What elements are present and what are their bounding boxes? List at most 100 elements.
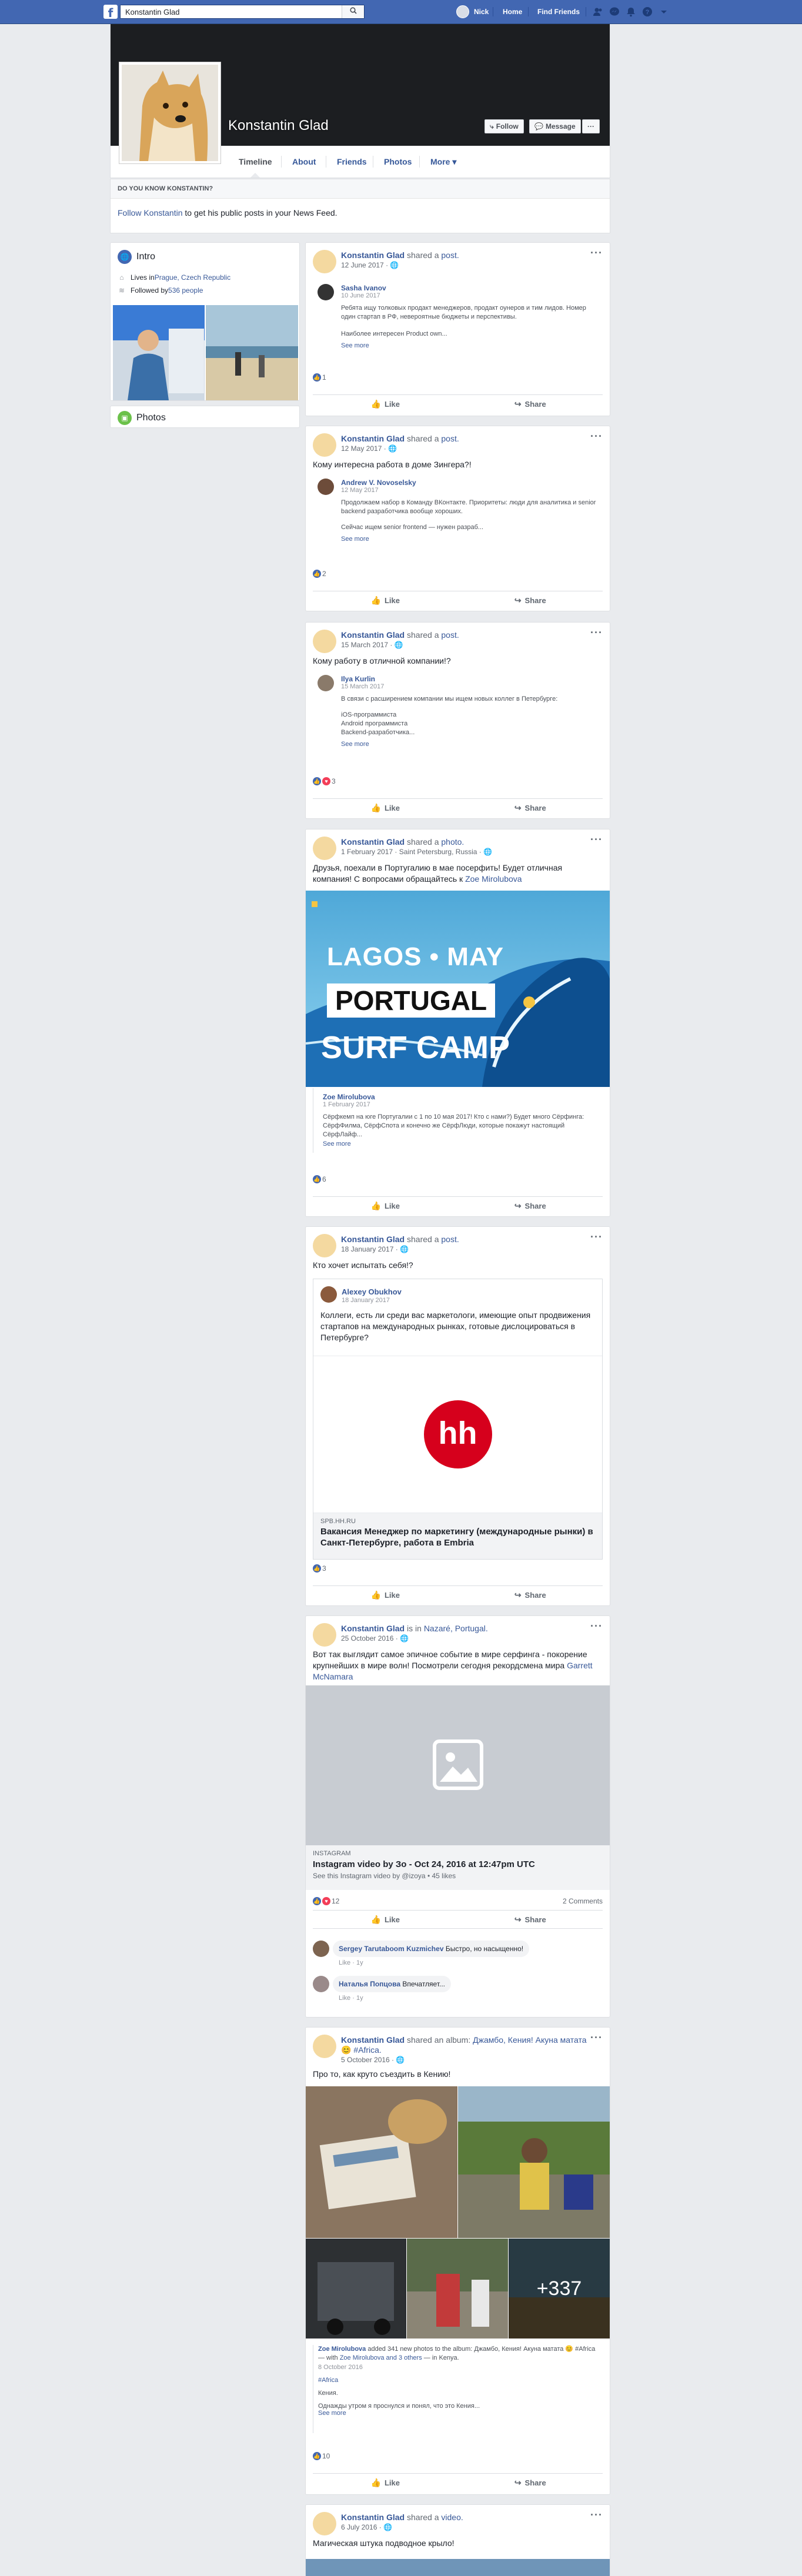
mention-link[interactable]: Zoe Mirolubova — [465, 874, 522, 884]
see-more-link[interactable]: See more — [318, 2410, 603, 2417]
author-avatar[interactable] — [313, 630, 336, 653]
place-link[interactable]: Nazaré, Portugal. — [424, 1624, 488, 1633]
post-date[interactable]: 12 June 2017 · 🌐 — [341, 261, 399, 269]
shared-post[interactable]: Alexey Obukhov 18 January 2017 Коллеги, … — [313, 1279, 603, 1560]
tagged-people-link[interactable]: Zoe Mirolubova and 3 others — [340, 2354, 422, 2361]
author-name[interactable]: Konstantin Glad — [341, 1624, 405, 1633]
follow-button[interactable]: ⤷ Follow — [484, 119, 524, 133]
shared-date[interactable]: 12 May 2017 — [341, 487, 598, 494]
avatar[interactable] — [318, 675, 334, 691]
reaction-count[interactable]: 👍 2 — [313, 570, 326, 578]
author-avatar[interactable] — [313, 250, 336, 273]
shared-date[interactable]: 10 June 2017 — [341, 292, 598, 299]
video-thumbnail[interactable] — [306, 2559, 610, 2576]
avatar[interactable] — [313, 1976, 329, 1992]
like-button[interactable]: 👍 Like — [313, 395, 458, 413]
shared-author[interactable]: Zoe Mirolubova — [318, 2346, 366, 2353]
reaction-count[interactable]: 👍 10 — [313, 2452, 330, 2460]
message-button[interactable]: 💬 Message — [529, 119, 581, 133]
reaction-count[interactable]: 👍 3 — [313, 1564, 326, 1573]
share-button[interactable]: ↪ Share — [458, 395, 603, 413]
see-more-link[interactable]: See more — [341, 536, 598, 543]
shared-author[interactable]: Andrew V. Novoselsky — [341, 479, 598, 487]
hashtag-link[interactable]: #Africa — [318, 2377, 603, 2384]
intro-photo[interactable] — [113, 305, 205, 400]
shared-date[interactable]: 18 January 2017 — [342, 1297, 390, 1304]
comment-author[interactable]: Наталья Попцова — [339, 1980, 400, 1988]
link-card-info[interactable]: INSTAGRAM Instagram video by Зо - Oct 24… — [306, 1845, 610, 1890]
video-placeholder[interactable] — [306, 1685, 610, 1845]
post-options-button[interactable]: ··· — [590, 247, 603, 258]
post-options-button[interactable]: ··· — [590, 627, 603, 638]
like-button[interactable]: 👍 Like — [313, 2474, 458, 2492]
author-name[interactable]: Konstantin Glad — [341, 630, 405, 640]
see-more-link[interactable]: See more — [341, 741, 598, 748]
author-name[interactable]: Konstantin Glad — [341, 434, 405, 443]
comments-count[interactable]: 2 Comments — [563, 1897, 603, 1905]
post-type-link[interactable]: video. — [441, 2513, 463, 2522]
link-title[interactable]: Вакансия Менеджер по маркетингу (междуна… — [320, 1526, 595, 1548]
author-avatar[interactable] — [313, 1234, 336, 1257]
quick-help-icon[interactable]: ? — [642, 6, 653, 17]
share-button[interactable]: ↪ Share — [458, 1911, 603, 1928]
share-button[interactable]: ↪ Share — [458, 1586, 603, 1604]
search-button[interactable] — [342, 5, 364, 18]
like-button[interactable]: 👍 Like — [313, 591, 458, 610]
comment-actions[interactable]: Like · 1y — [339, 1995, 363, 2002]
link-card-image[interactable]: hh — [313, 1356, 602, 1513]
post-date[interactable]: 18 January 2017 · 🌐 — [341, 1245, 409, 1253]
friend-requests-icon[interactable] — [593, 6, 603, 17]
shared-author[interactable]: Sasha Ivanov — [341, 284, 598, 292]
followers-link[interactable]: 536 people — [168, 286, 203, 295]
share-button[interactable]: ↪ Share — [458, 799, 603, 817]
author-avatar[interactable] — [313, 2035, 336, 2058]
album-photo[interactable] — [306, 2086, 457, 2238]
see-more-link[interactable]: See more — [341, 342, 598, 349]
post-date[interactable]: 25 October 2016 · 🌐 — [341, 1634, 409, 1642]
shared-post[interactable]: Zoe Mirolubova 1 February 2017 Сёрфкемп … — [313, 1088, 603, 1153]
post-options-button[interactable]: ··· — [590, 834, 603, 845]
shared-post[interactable]: Ilya Kurlin 15 March 2017 В связи с расш… — [313, 670, 603, 764]
follow-link[interactable]: Follow Konstantin — [118, 208, 183, 218]
city-link[interactable]: Prague, Czech Republic — [155, 273, 230, 282]
post-options-button[interactable]: ··· — [590, 2032, 603, 2043]
comment-author[interactable]: Sergey Tarutaboom Kuzmichev — [339, 1945, 444, 1953]
tab-photos[interactable]: Photos — [384, 146, 412, 178]
see-more-link[interactable]: See more — [323, 1140, 598, 1148]
surf-camp-photo[interactable]: LAGOS • MAY PORTUGAL SURF CAMP — [306, 891, 610, 1087]
post-options-button[interactable]: ··· — [590, 1621, 603, 1631]
avatar[interactable] — [320, 1286, 337, 1303]
shared-post[interactable]: Andrew V. Novoselsky 12 May 2017 Продолж… — [313, 474, 603, 556]
avatar[interactable] — [318, 284, 334, 300]
link-title[interactable]: Instagram video by Зо - Oct 24, 2016 at … — [313, 1859, 603, 1869]
photos-box[interactable]: ▣ Photos — [110, 406, 300, 428]
tab-about[interactable]: About — [292, 146, 316, 178]
shared-date[interactable]: 1 February 2017 — [323, 1101, 598, 1108]
profile-link[interactable]: Nick — [456, 5, 489, 18]
facebook-logo-icon[interactable]: f — [103, 5, 118, 20]
share-button[interactable]: ↪ Share — [458, 1197, 603, 1215]
post-date[interactable]: 12 May 2017 · 🌐 — [341, 444, 397, 453]
author-name[interactable]: Konstantin Glad — [341, 2513, 405, 2522]
post-date[interactable]: 5 October 2016 · 🌐 — [341, 2056, 405, 2064]
tab-timeline[interactable]: Timeline — [239, 146, 272, 178]
post-type-link[interactable]: post. — [441, 434, 459, 443]
post-date[interactable]: 1 February 2017 · Saint Petersburg, Russ… — [341, 848, 492, 856]
link-card-info[interactable]: SPB.HH.RU Вакансия Менеджер по маркетинг… — [313, 1513, 602, 1559]
post-type-link[interactable]: photo. — [441, 837, 464, 847]
shared-author[interactable]: Zoe Mirolubova — [323, 1093, 598, 1101]
share-button[interactable]: ↪ Share — [458, 2474, 603, 2492]
author-avatar[interactable] — [313, 837, 336, 860]
post-type-link[interactable]: post. — [441, 1235, 459, 1244]
reaction-count[interactable]: 👍 1 — [313, 373, 326, 382]
more-options-button[interactable]: ··· — [582, 119, 600, 133]
nav-home[interactable]: Home — [503, 8, 522, 16]
messages-icon[interactable] — [609, 6, 620, 17]
shared-album-post[interactable]: Zoe Mirolubova added 341 new photos to t… — [313, 2345, 603, 2433]
post-options-button[interactable]: ··· — [590, 2510, 603, 2520]
shared-post[interactable]: Sasha Ivanov 10 June 2017 Ребята ищу тол… — [313, 279, 603, 379]
album-photo-more[interactable]: +337 — [509, 2239, 610, 2339]
shared-author[interactable]: Alexey Obukhov — [342, 1287, 402, 1296]
intro-photo[interactable] — [206, 305, 298, 400]
avatar[interactable] — [313, 1941, 329, 1957]
